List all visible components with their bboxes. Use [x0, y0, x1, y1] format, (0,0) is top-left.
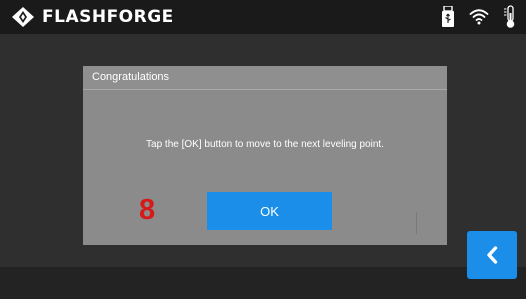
bottom-strip — [0, 267, 526, 299]
thermometer-icon — [504, 5, 515, 28]
back-button[interactable] — [467, 231, 517, 279]
dialog-message: Tap the [OK] button to move to the next … — [146, 139, 384, 150]
flashforge-logo-icon — [12, 7, 34, 27]
wifi-icon — [469, 9, 489, 25]
top-status-bar: FLASHFORGE — [0, 0, 526, 34]
dialog-title: Congratulations — [92, 71, 170, 83]
dialog-header: Congratulations — [83, 66, 447, 90]
ok-button-label: OK — [260, 203, 279, 219]
brand-name: FLASHFORGE — [42, 7, 174, 27]
leveling-step-number: 8 — [139, 194, 156, 226]
ok-button[interactable]: OK — [207, 192, 332, 230]
leveling-dialog: Congratulations Tap the [OK] button to m… — [83, 66, 447, 245]
usb-icon — [442, 6, 454, 27]
chevron-left-icon — [487, 246, 498, 264]
dialog-divider — [416, 212, 417, 234]
brand: FLASHFORGE — [12, 7, 174, 27]
